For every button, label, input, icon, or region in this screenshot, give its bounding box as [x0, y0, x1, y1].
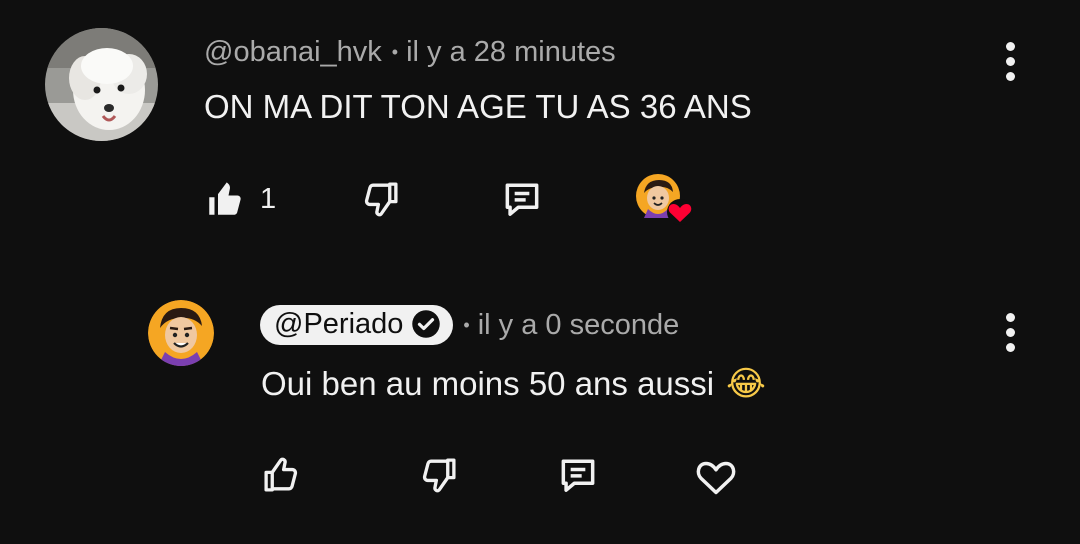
comment-more-button[interactable]	[990, 33, 1030, 89]
more-vertical-icon	[1005, 41, 1015, 51]
comment-timestamp: il y a 28 minutes	[406, 35, 616, 68]
thumb-up-filled-icon	[209, 182, 241, 215]
reply-author: @Periado	[274, 307, 404, 340]
reply-reply-button[interactable]	[556, 453, 600, 497]
verified-check-icon	[412, 310, 441, 338]
heart-icon	[667, 199, 693, 225]
creator-heart-badge	[636, 174, 696, 226]
commenter-avatar[interactable]	[45, 28, 158, 141]
comment-reply-icon	[505, 183, 539, 216]
reply-timestamp: il y a 0 seconde	[477, 308, 680, 341]
like-count: 1	[260, 182, 277, 215]
reply-heart-button[interactable]	[694, 455, 738, 497]
reply-text-row: Oui ben au moins 50 ans aussi 😂	[261, 360, 766, 408]
separator-dot: •	[391, 41, 399, 62]
separator-dot: •	[463, 314, 470, 335]
comment-like-button[interactable]: 1	[204, 178, 276, 220]
reply-dislike-button[interactable]	[418, 454, 460, 496]
laughing-emoji: 😂	[726, 364, 766, 404]
thumb-down-icon	[422, 458, 456, 493]
reply-meta: @Periado • il y a 0 seconde	[260, 301, 679, 349]
thumb-up-icon	[264, 457, 298, 492]
heart-icon	[696, 461, 736, 495]
creator-avatar-small	[636, 174, 693, 225]
comment-text: ON MA DIT TON AGE TU AS 36 ANS	[204, 88, 752, 125]
comment-author[interactable]: @obanai_hvk	[204, 36, 382, 69]
comment-dislike-button[interactable]	[360, 178, 402, 220]
comment-meta: @obanai_hvk • il y a 28 minutes	[204, 32, 616, 72]
reply-more-button[interactable]	[990, 304, 1030, 360]
reply-author-avatar[interactable]	[148, 300, 214, 366]
thumb-down-icon	[364, 182, 398, 217]
reply-author-chip[interactable]: @Periado	[260, 305, 454, 345]
reply-like-button[interactable]	[260, 454, 302, 496]
comment-reply-icon	[561, 459, 595, 492]
comment-reply-button[interactable]	[500, 178, 544, 220]
reply-text: Oui ben au moins 50 ans aussi	[261, 365, 715, 402]
more-vertical-icon	[1005, 312, 1015, 322]
